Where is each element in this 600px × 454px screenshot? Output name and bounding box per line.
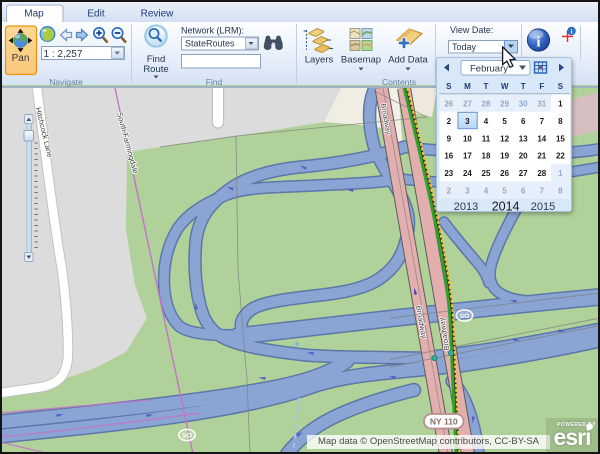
svg-text:2014: 2014 [492, 199, 520, 211]
svg-text:27: 27 [463, 100, 472, 109]
svg-text:13: 13 [519, 134, 528, 143]
svg-text:SO: SO [460, 313, 470, 320]
svg-text:Contents: Contents [382, 77, 416, 87]
svg-text:23: 23 [444, 169, 453, 178]
svg-text:19: 19 [500, 152, 509, 161]
svg-text:Map: Map [24, 9, 44, 20]
svg-text:i: i [536, 35, 540, 51]
svg-text:26: 26 [500, 169, 509, 178]
svg-text:Network (LRM):: Network (LRM): [181, 26, 244, 36]
svg-text:9: 9 [447, 134, 452, 143]
svg-text:6: 6 [521, 187, 526, 196]
svg-text:26: 26 [444, 100, 453, 109]
svg-text:4: 4 [484, 187, 489, 196]
svg-text:Review: Review [141, 9, 175, 20]
svg-text:12: 12 [500, 134, 509, 143]
svg-text:7: 7 [540, 187, 545, 196]
svg-text:8: 8 [558, 117, 563, 126]
svg-text:Navigate: Navigate [49, 77, 83, 87]
svg-text:3: 3 [465, 117, 470, 126]
svg-text:1: 1 [558, 169, 563, 178]
svg-text:StateRoutes: StateRoutes [185, 39, 235, 49]
svg-text:31: 31 [537, 100, 546, 109]
svg-text:Route: Route [143, 64, 168, 75]
svg-text:10: 10 [463, 134, 472, 143]
svg-text:21: 21 [537, 152, 546, 161]
svg-text:View Date:: View Date: [450, 25, 493, 35]
svg-text:Pan: Pan [12, 53, 30, 64]
svg-text:Find: Find [206, 77, 223, 87]
svg-text:18: 18 [482, 152, 491, 161]
svg-text:6: 6 [521, 117, 526, 126]
svg-text:30: 30 [519, 100, 528, 109]
svg-text:i: i [571, 29, 573, 36]
svg-text:Basemap: Basemap [341, 55, 381, 66]
svg-text:NY 110: NY 110 [430, 417, 458, 427]
svg-text:24: 24 [463, 169, 472, 178]
svg-text:T: T [484, 82, 489, 91]
svg-text:16: 16 [444, 152, 453, 161]
svg-text:2013: 2013 [454, 201, 478, 211]
svg-text:Layers: Layers [305, 55, 334, 66]
svg-text:1: 1 [558, 100, 563, 109]
svg-text:25: 25 [482, 169, 491, 178]
svg-text:28: 28 [482, 100, 491, 109]
svg-text:2: 2 [447, 117, 452, 126]
svg-text:T: T [521, 82, 526, 91]
svg-text:2: 2 [447, 187, 452, 196]
svg-text:14: 14 [537, 134, 546, 143]
svg-text:15: 15 [556, 134, 565, 143]
svg-text:S: S [446, 82, 452, 91]
svg-text:7: 7 [540, 117, 545, 126]
svg-text:S: S [558, 82, 564, 91]
svg-text:SO: SO [182, 433, 192, 440]
svg-text:20: 20 [519, 152, 528, 161]
svg-text:28: 28 [537, 169, 546, 178]
svg-text:8: 8 [558, 187, 563, 196]
svg-text:5: 5 [502, 117, 507, 126]
svg-text:29: 29 [500, 100, 509, 109]
svg-text:3: 3 [465, 187, 470, 196]
svg-text:11: 11 [482, 134, 491, 143]
svg-text:22: 22 [556, 152, 565, 161]
svg-text:Add Data: Add Data [388, 55, 428, 66]
svg-text:2015: 2015 [531, 201, 555, 211]
svg-text:M: M [464, 82, 471, 91]
svg-text:F: F [539, 82, 544, 91]
svg-text:Today: Today [452, 42, 477, 52]
svg-text:4: 4 [484, 117, 489, 126]
svg-text:1 : 2,257: 1 : 2,257 [44, 49, 83, 60]
svg-text:17: 17 [463, 152, 472, 161]
svg-text:27: 27 [519, 169, 528, 178]
svg-text:Edit: Edit [87, 9, 104, 20]
svg-text:5: 5 [502, 187, 507, 196]
svg-text:W: W [501, 82, 509, 91]
